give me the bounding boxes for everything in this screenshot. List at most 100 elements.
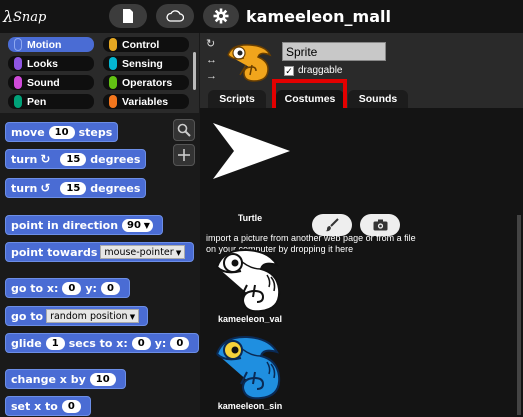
costumes-pane: Turtle import a picture from another web… [200, 108, 523, 417]
palette-scrollbar[interactable] [193, 52, 196, 90]
block-input[interactable]: 15 [60, 181, 87, 195]
block-text: set x to [11, 399, 58, 413]
category-control[interactable]: Control [103, 37, 189, 52]
top-bar: λ Snap! kameeleon_mall [0, 0, 523, 33]
block-input[interactable]: 10 [89, 372, 116, 386]
block-text: point towards [11, 245, 98, 259]
category-color-dot [109, 38, 117, 51]
block-input-value: random position [50, 311, 128, 322]
costume-thumbnail[interactable] [209, 245, 293, 317]
category-variables[interactable]: Variables [103, 94, 189, 109]
sprite-editor: ↻ ↔ → Sprite ✓ draggable Scripts Costume… [200, 33, 523, 417]
editor-tabs: Scripts Costumes Sounds [200, 88, 523, 108]
x-input[interactable]: 0 [131, 336, 151, 350]
category-label: Control [122, 38, 160, 51]
towards-dropdown[interactable]: mouse-pointer ▼ [100, 245, 186, 259]
category-label: Pen [27, 95, 47, 108]
block-input-value: mouse-pointer [104, 247, 174, 258]
block-glide[interactable]: glide 1 secs to x: 0 y: 0 [5, 333, 199, 353]
costume-thumbnail[interactable] [209, 332, 293, 404]
dropdown-arrow-icon: ▼ [173, 249, 182, 257]
costume-label: kameeleon_val [217, 314, 283, 324]
plus-icon [178, 149, 190, 161]
costume-label: kameeleon_sin [217, 401, 283, 411]
dropdown-arrow-icon: ▼ [127, 313, 136, 321]
tab-scripts[interactable]: Scripts [208, 90, 266, 108]
category-color-dot [14, 57, 22, 70]
file-icon [123, 9, 133, 23]
block-palette: move 10 steps turn ↻ 15 degrees turn ↺ 15 degree… [0, 113, 199, 417]
camera-icon [373, 219, 387, 231]
category-label: Operators [122, 76, 173, 89]
category-looks[interactable]: Looks [8, 56, 94, 71]
rotate-none-icon[interactable]: → [206, 70, 217, 82]
category-color-dot [109, 76, 117, 89]
block-point-towards[interactable]: point towards mouse-pointer ▼ [5, 242, 195, 262]
rotate-can-rotate-icon[interactable]: ↻ [206, 37, 215, 50]
y-input[interactable]: 0 [100, 281, 120, 295]
block-text: degrees [90, 152, 141, 166]
block-text: go to x: [11, 281, 59, 295]
tab-sounds[interactable]: Sounds [348, 90, 408, 108]
category-color-dot [14, 95, 22, 108]
direction-input[interactable]: 90 ▼ [122, 218, 153, 232]
block-text: move [11, 125, 45, 139]
rotate-left-right-icon[interactable]: ↔ [206, 54, 217, 66]
category-sound[interactable]: Sound [8, 75, 94, 90]
block-turn-clockwise[interactable]: turn ↻ 15 degrees [5, 149, 147, 169]
category-pen[interactable]: Pen [8, 94, 94, 109]
category-color-dot [14, 38, 22, 51]
sprite-thumbnail[interactable] [222, 41, 278, 85]
dropdown-arrow-icon: ▼ [140, 220, 150, 230]
category-label: Variables [122, 95, 169, 108]
block-input-value: 90 [127, 219, 141, 231]
sprite-name-field[interactable]: Sprite [282, 42, 386, 61]
category-operators[interactable]: Operators [103, 75, 189, 90]
category-label: Looks [27, 57, 58, 70]
category-selector: Motion Control Looks Sensing Sound Opera… [0, 33, 199, 113]
snap-logo[interactable]: λ Snap! [2, 3, 52, 29]
go-to-dropdown[interactable]: random position ▼ [46, 309, 140, 323]
turtle-costume-thumbnail[interactable] [210, 120, 292, 182]
tab-label: Scripts [219, 93, 255, 105]
block-set-x[interactable]: set x to 0 [5, 396, 91, 416]
block-text: go to [11, 309, 44, 323]
settings-button[interactable] [203, 4, 239, 28]
costumes-scrollbar[interactable] [517, 215, 521, 415]
block-input[interactable]: 15 [60, 152, 87, 166]
rotate-counterclockwise-icon: ↺ [40, 180, 51, 195]
category-label: Sound [27, 76, 60, 89]
block-input[interactable]: 10 [48, 125, 75, 139]
x-input[interactable]: 0 [62, 281, 82, 295]
block-input[interactable]: 0 [61, 399, 81, 413]
block-text: change x by [11, 372, 86, 386]
block-text: steps [78, 125, 113, 139]
sprite-header: ↻ ↔ → Sprite ✓ draggable [200, 33, 523, 88]
block-move[interactable]: move 10 steps [5, 122, 119, 142]
cloud-button[interactable] [156, 4, 194, 28]
category-label: Motion [27, 38, 62, 51]
category-label: Sensing [122, 57, 163, 70]
y-input[interactable]: 0 [170, 336, 190, 350]
make-block-button[interactable] [173, 144, 195, 166]
block-go-to[interactable]: go to random position ▼ [5, 306, 149, 326]
draggable-label: draggable [298, 65, 343, 76]
secs-input[interactable]: 1 [45, 336, 65, 350]
gear-icon [213, 8, 229, 24]
block-text: secs to x: [68, 336, 128, 350]
block-go-to-xy[interactable]: go to x: 0 y: 0 [5, 278, 130, 298]
category-color-dot [109, 95, 117, 108]
block-text: glide [11, 336, 42, 350]
block-turn-counterclockwise[interactable]: turn ↺ 15 degrees [5, 178, 147, 198]
block-change-x[interactable]: change x by 10 [5, 369, 126, 389]
turtle-costume-label: Turtle [237, 213, 263, 223]
block-text: degrees [90, 181, 141, 195]
category-sensing[interactable]: Sensing [103, 56, 189, 71]
draggable-checkbox[interactable]: ✓ [284, 65, 294, 76]
search-blocks-button[interactable] [173, 119, 195, 141]
block-point-in-direction[interactable]: point in direction 90 ▼ [5, 215, 163, 235]
file-button[interactable] [109, 4, 147, 28]
category-motion[interactable]: Motion [8, 37, 94, 52]
block-text: turn [11, 152, 38, 166]
draggable-toggle[interactable]: ✓ draggable [284, 65, 342, 76]
